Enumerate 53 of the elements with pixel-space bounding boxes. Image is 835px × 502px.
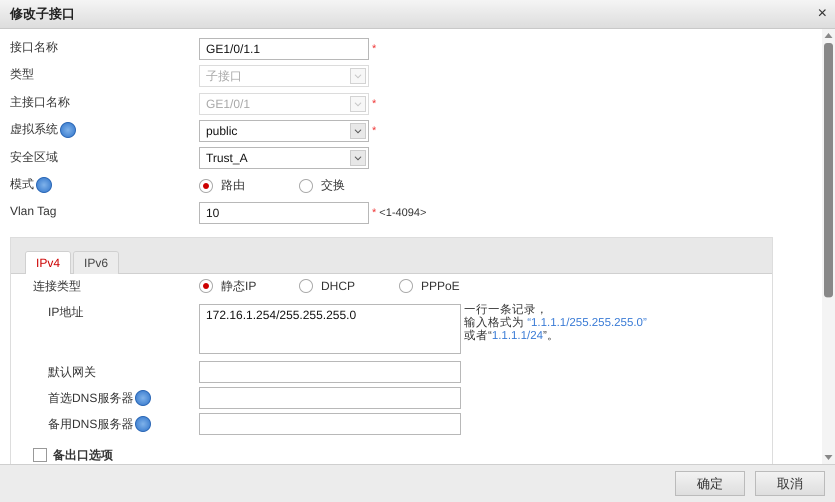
help-icon[interactable] bbox=[60, 122, 76, 138]
window-title: 修改子接口 bbox=[10, 5, 75, 23]
text-field[interactable]: GE1/0/1.1 bbox=[199, 38, 369, 60]
caret-icon bbox=[350, 68, 366, 84]
help-icon[interactable] bbox=[36, 176, 52, 193]
select-field[interactable]: public bbox=[199, 120, 369, 142]
radio-icon[interactable] bbox=[299, 178, 313, 193]
radio-option[interactable]: 路由 bbox=[199, 177, 299, 194]
radio-option[interactable]: DHCP bbox=[299, 278, 399, 295]
text-field[interactable] bbox=[199, 386, 461, 409]
text-field[interactable] bbox=[199, 360, 461, 383]
field-label: 安全区域 bbox=[10, 148, 58, 166]
radio-option[interactable]: 静态IP bbox=[199, 278, 299, 295]
radio-icon[interactable] bbox=[299, 279, 313, 294]
required-mark: * bbox=[372, 207, 376, 220]
select-field[interactable]: Trust_A bbox=[199, 147, 369, 170]
field-label: 备用DNS服务器 bbox=[48, 416, 134, 433]
radio-option[interactable]: 交换 bbox=[299, 177, 399, 194]
required-mark: * bbox=[372, 42, 376, 55]
caret-icon bbox=[350, 122, 366, 139]
field-label: 虚拟系统 bbox=[10, 121, 58, 138]
dialog-button[interactable]: 取消 bbox=[755, 471, 825, 496]
checkbox[interactable] bbox=[33, 448, 47, 462]
field-label: 类型 bbox=[10, 66, 34, 84]
field-label: 接口名称 bbox=[10, 39, 58, 56]
radio-icon[interactable] bbox=[199, 279, 213, 294]
field-label: IP地址 bbox=[48, 304, 84, 321]
text-field[interactable]: 10 bbox=[199, 202, 369, 224]
radio-option[interactable]: PPPoE bbox=[399, 278, 499, 295]
caret-icon bbox=[350, 96, 366, 112]
field-label: 主接口名称 bbox=[10, 94, 70, 111]
help-icon[interactable] bbox=[135, 416, 152, 432]
radio-icon[interactable] bbox=[399, 279, 413, 294]
tab[interactable]: IPv4 bbox=[25, 250, 72, 274]
ip-address-field[interactable]: 172.16.1.254/255.255.255.0 bbox=[199, 304, 461, 354]
field-label: 默认网关 bbox=[48, 364, 96, 381]
help-icon[interactable] bbox=[135, 390, 152, 406]
required-mark: * bbox=[372, 98, 376, 110]
radio-icon[interactable] bbox=[199, 178, 213, 193]
field-label: Vlan Tag bbox=[10, 204, 56, 218]
required-mark: * bbox=[372, 124, 376, 137]
checkbox-option[interactable]: 备出口选项 bbox=[33, 446, 772, 464]
caret-icon bbox=[350, 150, 366, 166]
text-field[interactable] bbox=[199, 412, 461, 435]
range-hint: <1-4094> bbox=[379, 207, 426, 220]
close-button[interactable]: × bbox=[818, 5, 827, 23]
field-label: 连接类型 bbox=[33, 278, 82, 295]
field-label: 模式 bbox=[10, 176, 34, 194]
format-hint: 一行一条记录， 输入格式为 “1.1.1.1/255.255.255.0” 或者“1.1.1.1/24”。 bbox=[464, 304, 647, 343]
tab[interactable]: IPv6 bbox=[73, 250, 120, 274]
field-label: 首选DNS服务器 bbox=[48, 390, 134, 407]
dialog-button[interactable]: 确定 bbox=[675, 471, 745, 496]
scrollbar[interactable] bbox=[822, 29, 835, 464]
